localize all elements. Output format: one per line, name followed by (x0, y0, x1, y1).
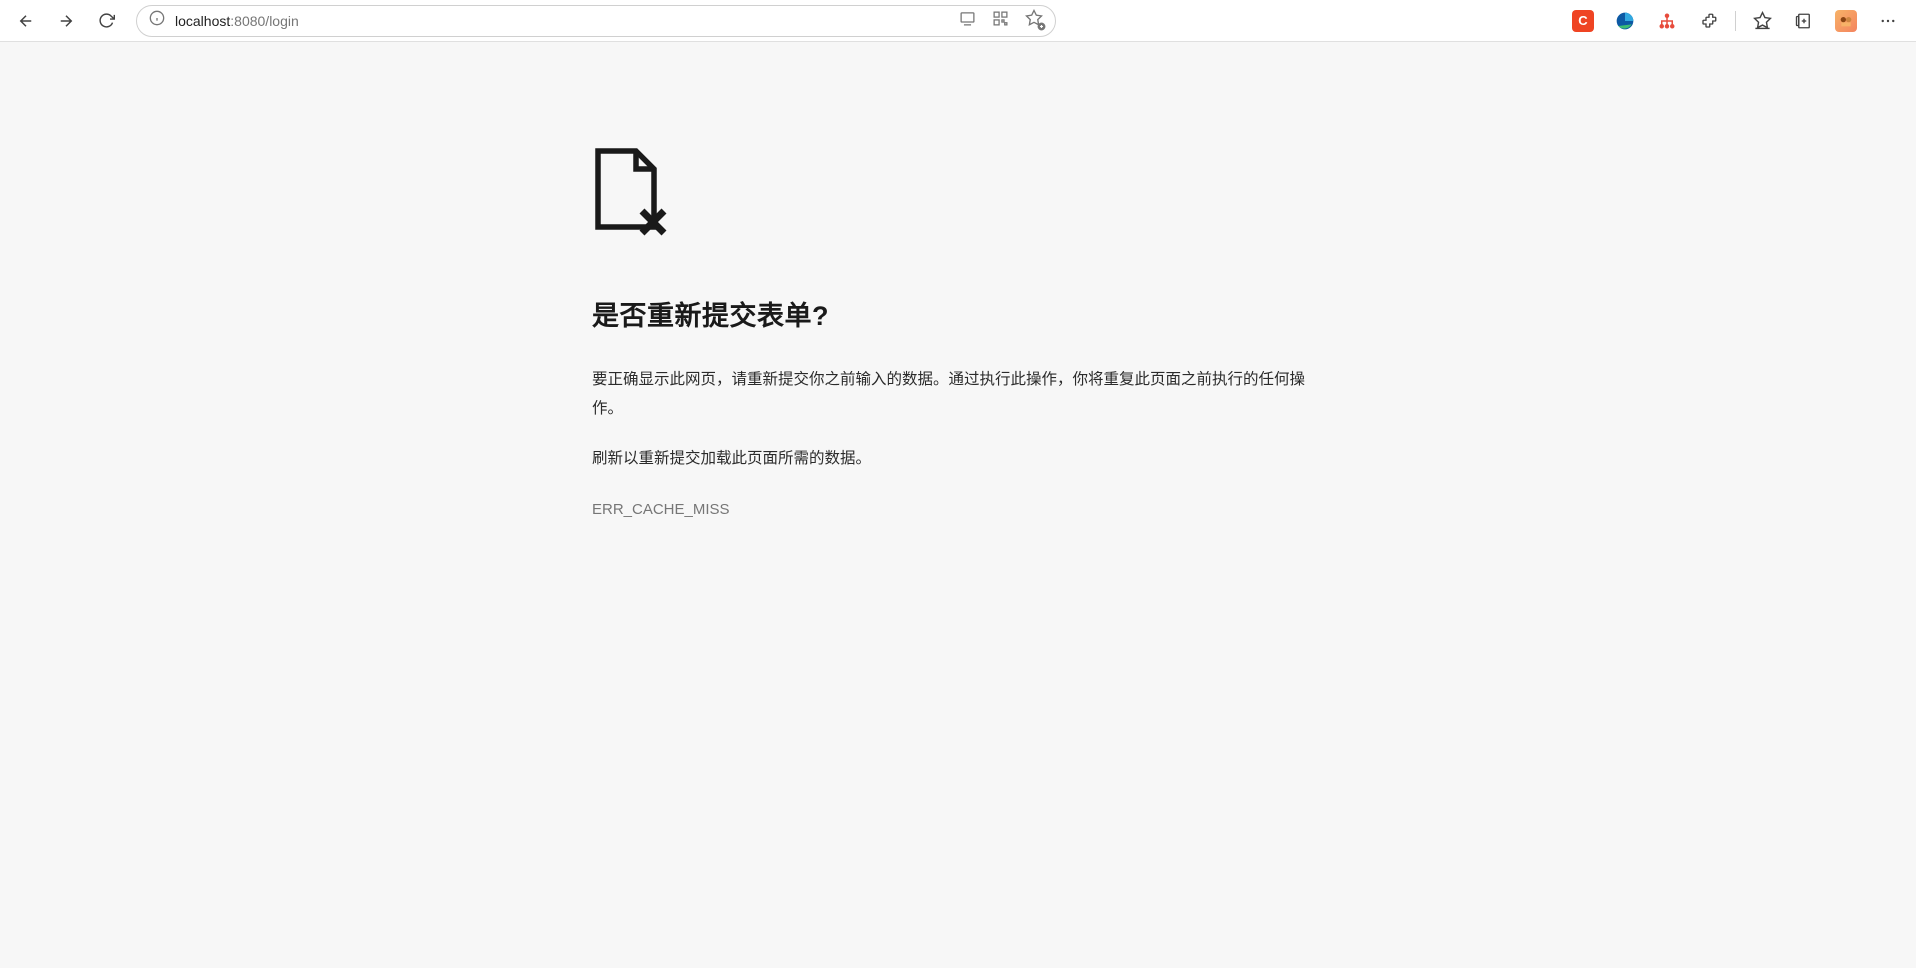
error-description-1: 要正确显示此网页，请重新提交你之前输入的数据。通过执行此操作，你将重复此页面之前… (592, 365, 1312, 424)
error-title: 是否重新提交表单? (592, 294, 1312, 333)
site-info-icon[interactable] (149, 10, 165, 31)
url-path: :8080/login (230, 13, 299, 29)
url-host: localhost (175, 13, 230, 29)
collections-icon[interactable] (1784, 5, 1824, 37)
toolbar-divider (1735, 11, 1736, 31)
ext-sitemap-icon[interactable] (1647, 5, 1687, 37)
extensions-icon[interactable] (1689, 5, 1729, 37)
error-code: ERR_CACHE_MISS (592, 501, 1312, 518)
favorite-star-icon[interactable] (1025, 9, 1043, 32)
favorites-icon[interactable] (1742, 5, 1782, 37)
desktop-icon[interactable] (959, 10, 976, 32)
ext-c-icon[interactable]: C (1563, 5, 1603, 37)
ext-edge-icon[interactable] (1605, 5, 1645, 37)
broken-page-icon (592, 147, 1312, 244)
forward-button[interactable] (48, 5, 84, 37)
qr-icon[interactable] (992, 10, 1009, 32)
browser-toolbar: localhost:8080/login C (0, 0, 1916, 42)
page-content: 是否重新提交表单? 要正确显示此网页，请重新提交你之前输入的数据。通过执行此操作… (0, 42, 1916, 968)
refresh-button[interactable] (88, 5, 124, 37)
more-menu-icon[interactable] (1868, 5, 1908, 37)
address-bar[interactable]: localhost:8080/login (136, 5, 1056, 37)
url-text: localhost:8080/login (175, 13, 949, 29)
toolbar-right: C (1563, 5, 1908, 37)
error-description-2: 刷新以重新提交加载此页面所需的数据。 (592, 444, 1312, 473)
error-container: 是否重新提交表单? 要正确显示此网页，请重新提交你之前输入的数据。通过执行此操作… (592, 42, 1312, 518)
ext-avatar-icon[interactable] (1826, 5, 1866, 37)
back-button[interactable] (8, 5, 44, 37)
